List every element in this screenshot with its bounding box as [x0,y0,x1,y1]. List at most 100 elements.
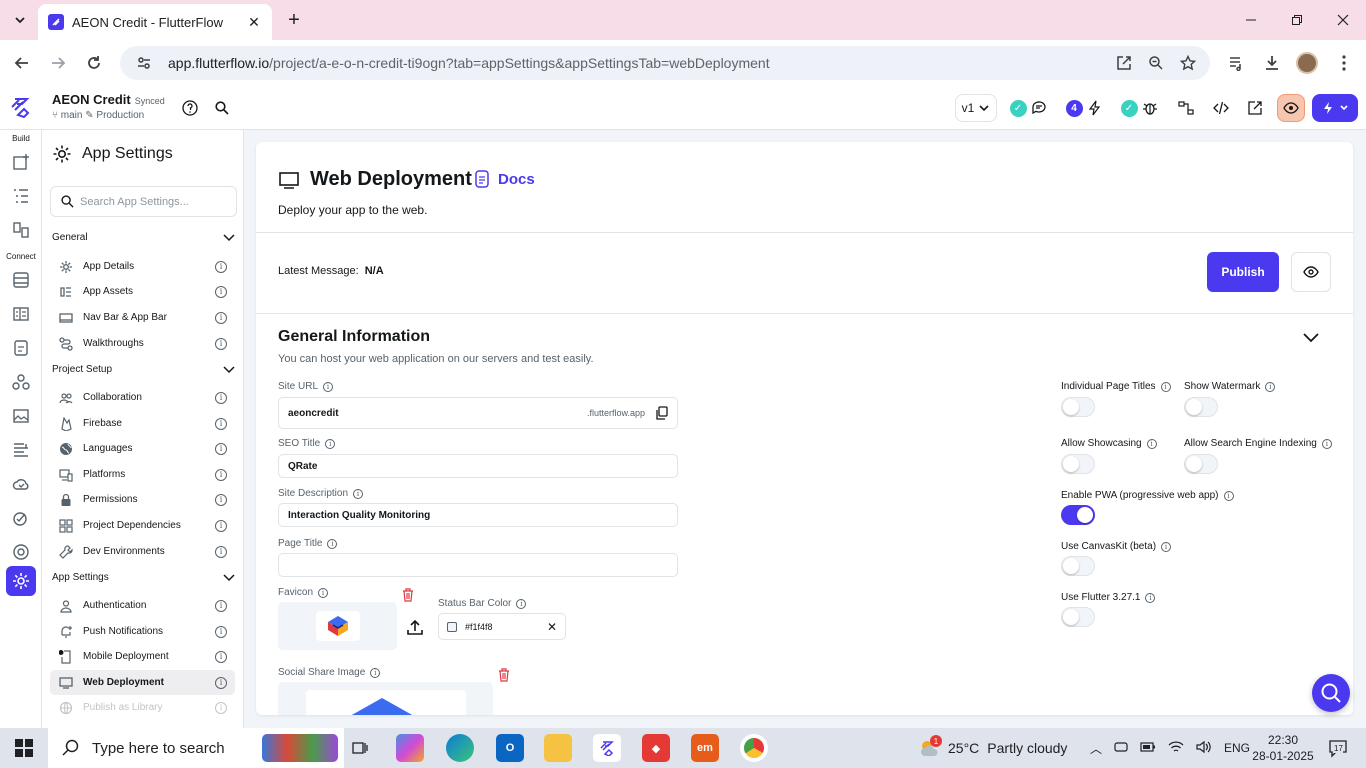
info-icon[interactable]: i [215,545,227,558]
info-icon[interactable]: i [1223,490,1234,501]
battery-icon[interactable] [1140,741,1156,756]
info-icon[interactable]: i [215,650,227,663]
info-icon[interactable]: i [215,391,227,404]
info-icon[interactable]: i [1146,438,1157,449]
info-icon[interactable]: i [1321,438,1332,449]
nav-web-deployment[interactable]: Web Deployment i [50,670,235,695]
site-description-field[interactable]: Interaction Quality Monitoring [278,503,678,527]
info-icon[interactable]: i [318,587,329,598]
taskbar-books-app-icon[interactable] [262,734,338,762]
file-explorer-icon[interactable] [544,734,572,762]
nav-app-assets[interactable]: App Assets i [50,279,235,304]
view-site-button[interactable] [1291,252,1331,292]
zoom-icon[interactable] [1144,51,1168,75]
toggle-show-watermark[interactable] [1184,397,1218,417]
info-icon[interactable]: i [215,442,227,455]
browser-tab[interactable]: AEON Credit - FlutterFlow ✕ [38,4,272,40]
info-icon[interactable]: i [1161,541,1172,552]
comments-button[interactable]: ✓ [1003,94,1053,122]
info-icon[interactable]: i [1145,592,1156,603]
info-icon[interactable]: i [516,598,527,609]
settings-icon[interactable] [6,566,36,596]
toggle-individual-page-titles[interactable] [1061,397,1095,417]
info-icon[interactable]: i [325,438,336,449]
nav-project-dependencies[interactable]: Project Dependencies i [50,513,235,538]
info-icon[interactable]: i [327,538,338,549]
info-icon[interactable]: i [215,260,227,273]
anydesk-icon[interactable]: ◆ [642,734,670,762]
profile-avatar[interactable] [1293,49,1321,77]
nav-publish-as-library[interactable]: Publish as Library i [50,695,235,720]
weather-widget[interactable]: 1 25°C Partly cloudy [918,728,1067,768]
site-url-field[interactable]: aeoncredit .flutterflow.app [278,397,678,429]
start-button[interactable] [0,728,48,768]
tab-search-button[interactable] [8,8,32,32]
media-assets-icon[interactable] [9,404,33,428]
outlook-icon[interactable]: O [496,734,524,762]
open-in-app-icon[interactable] [1112,51,1136,75]
nav-app-details[interactable]: App Details i [50,254,235,279]
system-clock[interactable]: 22:30 28-01-2025 [1252,732,1314,764]
site-info-icon[interactable] [132,51,156,75]
run-button[interactable] [1312,94,1358,122]
toggle-enable-pwa[interactable] [1061,505,1095,525]
forward-button[interactable] [44,49,72,77]
section-project-setup[interactable]: Project Setup [52,359,236,379]
info-icon[interactable]: i [215,468,227,481]
publish-button[interactable]: Publish [1207,252,1279,292]
help-search-fab[interactable] [1312,674,1350,712]
restore-button[interactable] [1274,0,1320,40]
copy-icon[interactable] [655,406,669,420]
section-app-settings[interactable]: App Settings [52,567,236,587]
share-button[interactable] [1241,94,1269,122]
show-hidden-icons-chevron-up-icon[interactable]: ︿ [1090,740,1102,757]
info-icon[interactable]: i [215,285,227,298]
docs-link[interactable]: Docs [474,170,535,188]
toggle-allow-showcasing[interactable] [1061,454,1095,474]
toggle-use-canvaskit[interactable] [1061,556,1095,576]
info-icon[interactable]: i [323,381,334,392]
em-app-icon[interactable]: em [691,734,719,762]
api-calls-icon[interactable] [9,370,33,394]
widget-palette-icon[interactable] [9,150,33,174]
cloud-functions-icon[interactable] [9,472,33,496]
flutterflow-logo-icon[interactable] [9,96,31,118]
chrome-browser-icon[interactable] [740,734,768,762]
info-icon[interactable]: i [215,701,227,714]
nav-platforms[interactable]: Platforms i [50,462,235,487]
custom-code-icon[interactable] [9,438,33,462]
version-selector[interactable]: v1 [955,94,997,122]
bookmark-star-icon[interactable] [1176,51,1200,75]
address-bar[interactable]: app.flutterflow.io/project/a-e-o-n-credi… [120,46,1210,80]
info-icon[interactable]: i [215,337,227,350]
code-view-button[interactable] [1207,94,1235,122]
nav-collaboration[interactable]: Collaboration i [50,385,235,410]
nav-authentication[interactable]: Authentication i [50,593,235,618]
close-tab-icon[interactable]: ✕ [246,14,262,30]
info-icon[interactable]: i [353,488,364,499]
wifi-icon[interactable] [1168,740,1184,757]
info-icon[interactable]: i [215,417,227,430]
app-state-icon[interactable] [9,336,33,360]
clear-icon[interactable]: ✕ [547,620,557,634]
info-icon[interactable]: i [215,625,227,638]
reload-button[interactable] [80,49,108,77]
meet-now-icon[interactable] [1114,740,1128,757]
chevron-down-icon[interactable] [1300,326,1322,348]
color-swatch[interactable] [447,621,457,632]
debug-button[interactable]: ✓ [1114,94,1164,122]
database-icon[interactable] [9,268,33,292]
nav-push-notifications[interactable]: Push Notifications i [50,619,235,644]
media-control-icon[interactable] [1222,49,1250,77]
info-icon[interactable]: i [215,599,227,612]
toggle-use-flutter[interactable] [1061,607,1095,627]
info-icon[interactable]: i [370,667,381,678]
language-indicator[interactable]: ENG [1224,741,1250,755]
trash-icon[interactable] [498,668,510,682]
browser-menu-icon[interactable] [1330,49,1358,77]
favicon-preview[interactable] [278,602,397,650]
info-icon[interactable]: i [215,493,227,506]
nav-dev-environments[interactable]: Dev Environments i [50,539,235,564]
section-general[interactable]: General [52,227,236,247]
toggle-allow-indexing[interactable] [1184,454,1218,474]
